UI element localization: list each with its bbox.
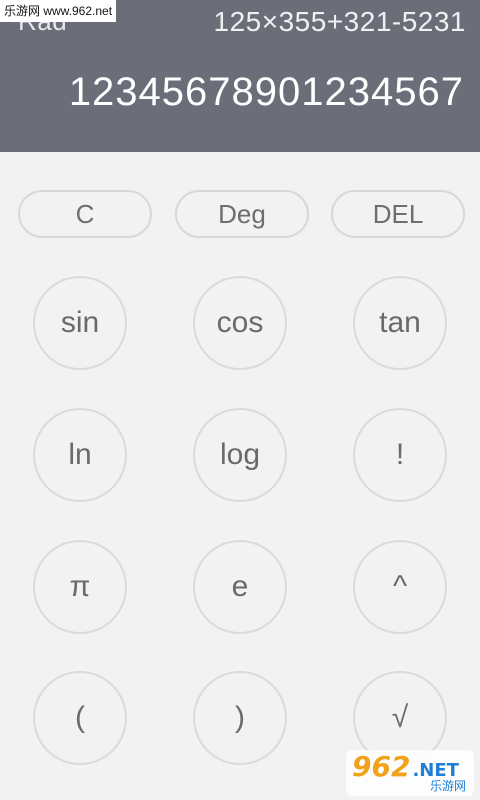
pi-button[interactable]: π: [33, 540, 127, 634]
left-paren-button[interactable]: (: [33, 671, 127, 765]
power-button[interactable]: ^: [353, 540, 447, 634]
result-text: 12345678901234567: [68, 70, 464, 114]
site-watermark: 乐游网 www.962.net: [0, 0, 117, 22]
right-paren-button[interactable]: ): [193, 671, 287, 765]
logo-subtitle: 乐游网: [429, 779, 466, 793]
sin-button[interactable]: sin: [33, 276, 127, 370]
tan-button[interactable]: tan: [353, 276, 447, 370]
expression-text: 125×355+321-5231: [213, 6, 466, 37]
site-logo-watermark: 962 .NET 乐游网: [346, 750, 474, 796]
cos-button[interactable]: cos: [193, 276, 287, 370]
logo-number: 962: [352, 750, 411, 783]
log-button[interactable]: log: [193, 408, 287, 502]
e-button[interactable]: e: [193, 540, 287, 634]
factorial-button[interactable]: !: [353, 408, 447, 502]
clear-button[interactable]: C: [18, 190, 152, 238]
calculator-display: Rad 125×355+321-5231 12345678901234567: [0, 0, 480, 152]
ln-button[interactable]: ln: [33, 408, 127, 502]
degree-toggle-button[interactable]: Deg: [175, 190, 309, 238]
delete-button[interactable]: DEL: [331, 190, 465, 238]
